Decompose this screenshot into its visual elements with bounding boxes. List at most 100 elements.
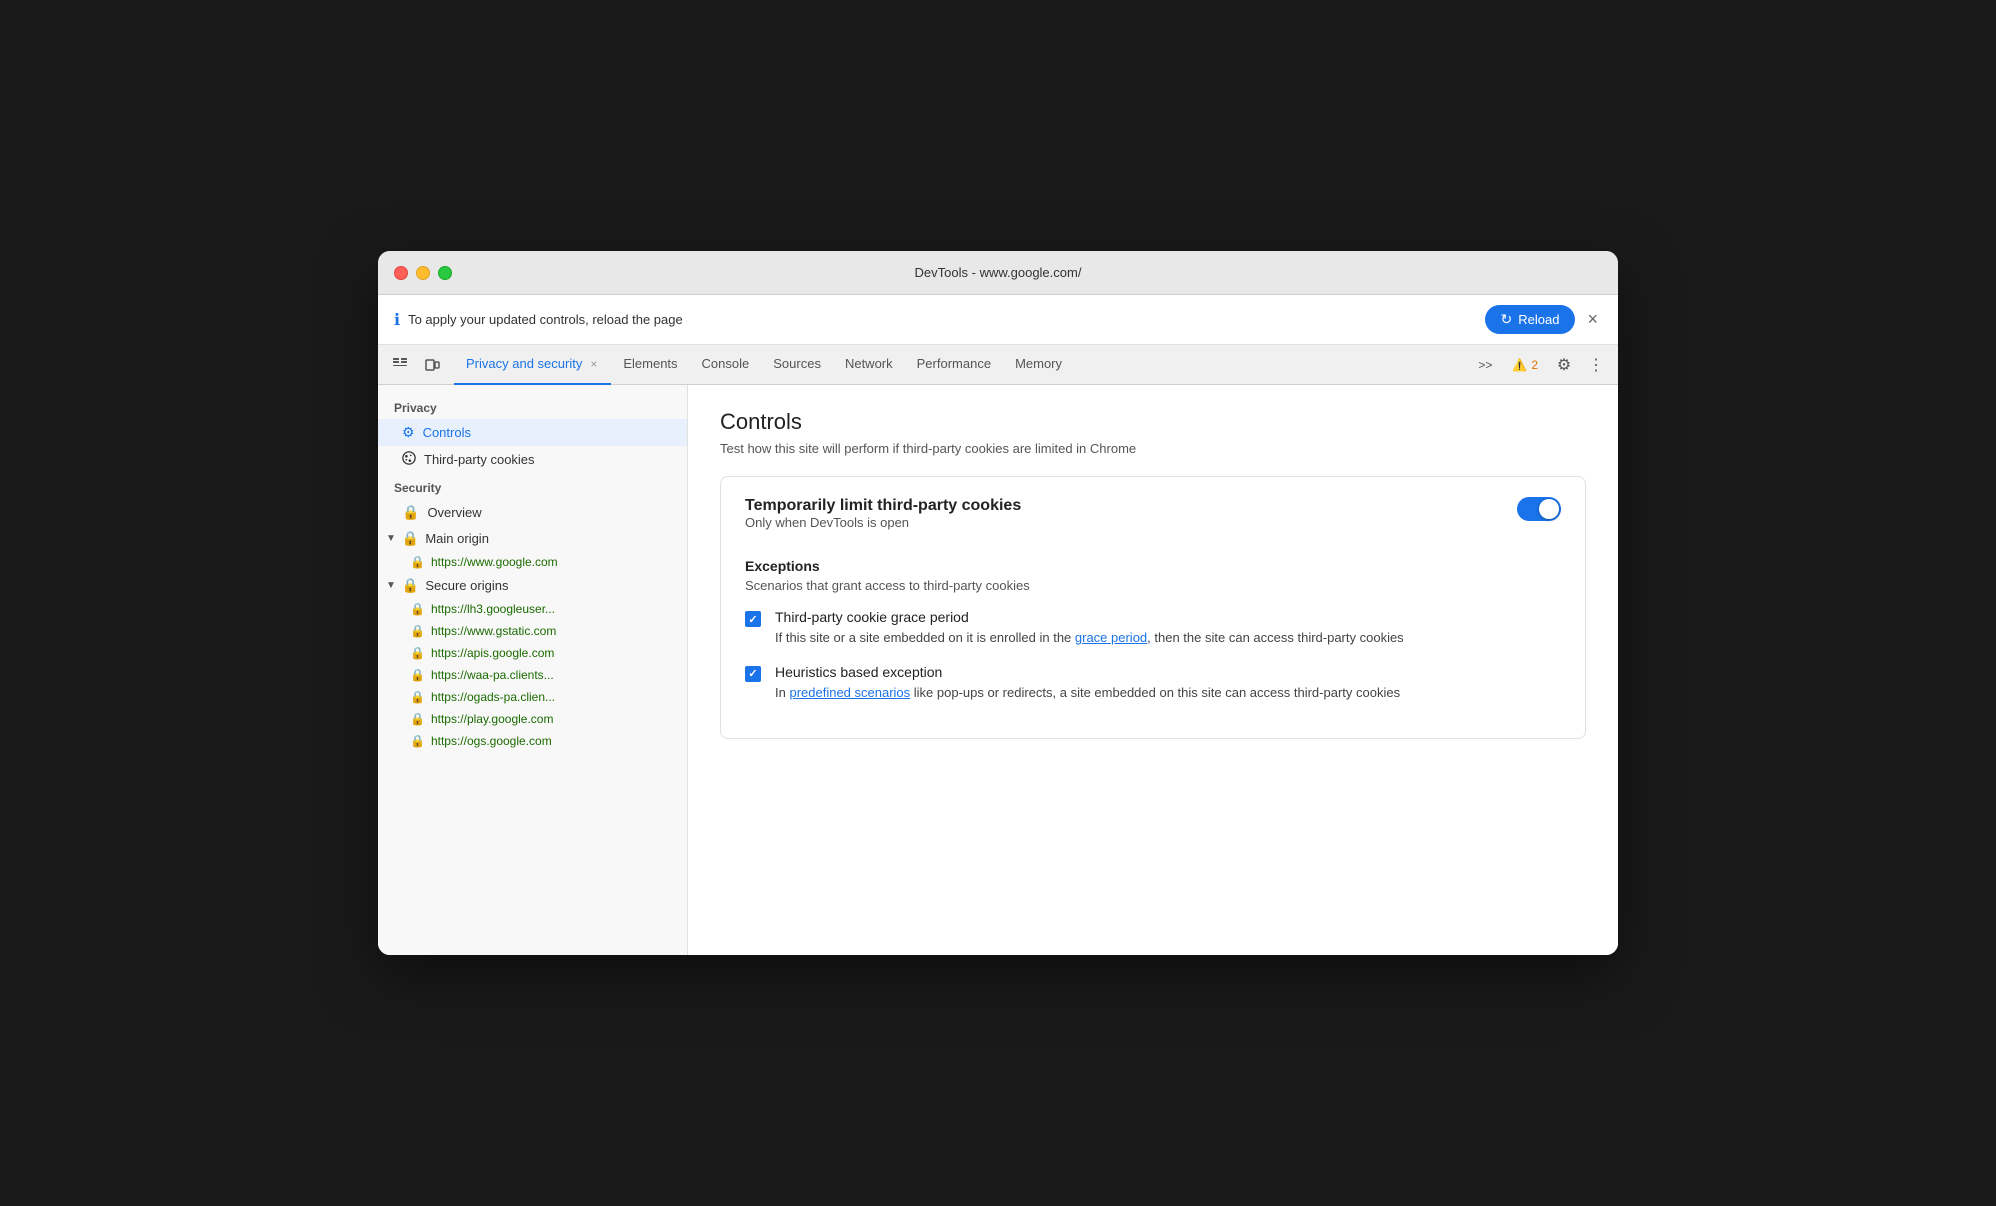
- main-origin-arrow: ▼: [386, 533, 396, 544]
- overview-label: Overview: [427, 505, 481, 520]
- sidebar-item-main-origin[interactable]: ▼ 🔒 Main origin: [378, 526, 687, 551]
- privacy-section-label: Privacy: [378, 393, 687, 419]
- grace-period-title: Third-party cookie grace period: [775, 609, 1404, 625]
- card-subtitle: Only when DevTools is open: [745, 515, 1021, 530]
- tab-network[interactable]: Network: [833, 345, 905, 385]
- page-subtitle: Test how this site will perform if third…: [720, 441, 1586, 456]
- sidebar-item-overview[interactable]: 🔒 Overview: [378, 499, 687, 526]
- tab-memory-label: Memory: [1015, 356, 1062, 371]
- settings-icon: ⚙: [1557, 355, 1571, 375]
- lock-icon-3: 🔒: [410, 668, 425, 682]
- heuristics-checkbox[interactable]: [745, 666, 761, 682]
- grace-desc-after: , then the site can access third-party c…: [1147, 630, 1404, 645]
- tab-memory[interactable]: Memory: [1003, 345, 1074, 385]
- lock-icon-6: 🔒: [410, 734, 425, 748]
- list-item[interactable]: 🔒 https://apis.google.com: [378, 642, 687, 664]
- heuristics-content: Heuristics based exception In predefined…: [775, 664, 1400, 703]
- exceptions-title: Exceptions: [745, 558, 1561, 574]
- secure-origin-4: https://ogads-pa.clien...: [431, 690, 555, 704]
- tab-network-label: Network: [845, 356, 893, 371]
- main-origin-label: Main origin: [425, 531, 489, 546]
- maximize-button[interactable]: [438, 266, 452, 280]
- reload-icon: ↻: [1501, 311, 1513, 328]
- warning-icon: ⚠️: [1512, 358, 1527, 372]
- close-notification-button[interactable]: ×: [1583, 309, 1602, 330]
- predefined-scenarios-link[interactable]: predefined scenarios: [789, 685, 910, 700]
- list-item[interactable]: 🔒 https://ogads-pa.clien...: [378, 686, 687, 708]
- tabs-bar: Privacy and security × Elements Console …: [378, 345, 1618, 385]
- tab-console-label: Console: [702, 356, 750, 371]
- secure-origin-3: https://waa-pa.clients...: [431, 668, 554, 682]
- close-button[interactable]: [394, 266, 408, 280]
- list-item[interactable]: 🔒 https://www.gstatic.com: [378, 620, 687, 642]
- lock-icon-main-url: 🔒: [410, 555, 425, 569]
- card-title: Temporarily limit third-party cookies: [745, 497, 1021, 515]
- lock-icon-4: 🔒: [410, 690, 425, 704]
- notification-text: To apply your updated controls, reload t…: [408, 312, 1476, 327]
- tab-sources[interactable]: Sources: [761, 345, 833, 385]
- security-section-label: Security: [378, 473, 687, 499]
- lock-icon-1: 🔒: [410, 624, 425, 638]
- secure-origins-arrow: ▼: [386, 580, 396, 591]
- devtools-window: DevTools - www.google.com/ ℹ To apply yo…: [378, 251, 1618, 955]
- exception-item-grace-period: Third-party cookie grace period If this …: [745, 609, 1561, 648]
- devtools-body: Privacy ⚙ Controls Third-party cookies: [378, 385, 1618, 955]
- lock-main-origin-icon: 🔒: [402, 530, 419, 547]
- settings-button[interactable]: ⚙: [1550, 351, 1578, 379]
- limit-cookies-toggle[interactable]: [1517, 497, 1561, 521]
- controls-icon: ⚙: [402, 424, 415, 441]
- list-item[interactable]: 🔒 https://ogs.google.com: [378, 730, 687, 752]
- more-options-button[interactable]: ⋮: [1582, 351, 1610, 379]
- tab-sources-label: Sources: [773, 356, 821, 371]
- list-item[interactable]: 🔒 https://play.google.com: [378, 708, 687, 730]
- tab-close-icon[interactable]: ×: [588, 357, 599, 371]
- grace-period-link[interactable]: grace period: [1075, 630, 1147, 645]
- tab-elements-label: Elements: [623, 356, 677, 371]
- page-title: Controls: [720, 409, 1586, 435]
- grace-period-desc: If this site or a site embedded on it is…: [775, 628, 1404, 648]
- list-item[interactable]: 🔒 https://waa-pa.clients...: [378, 664, 687, 686]
- secure-origins-label: Secure origins: [425, 578, 508, 593]
- tool-icons: [386, 351, 446, 379]
- secure-origin-2: https://apis.google.com: [431, 646, 554, 660]
- exceptions-section: Exceptions Scenarios that grant access t…: [745, 558, 1561, 702]
- sidebar: Privacy ⚙ Controls Third-party cookies: [378, 385, 688, 955]
- warning-badge[interactable]: ⚠️ 2: [1504, 354, 1546, 376]
- grace-period-content: Third-party cookie grace period If this …: [775, 609, 1404, 648]
- sidebar-item-main-origin-url[interactable]: 🔒 https://www.google.com: [378, 551, 687, 573]
- tab-elements[interactable]: Elements: [611, 345, 689, 385]
- heuristics-desc: In predefined scenarios like pop-ups or …: [775, 683, 1400, 703]
- inspect-icon[interactable]: [386, 351, 414, 379]
- tab-console[interactable]: Console: [690, 345, 762, 385]
- grace-period-checkbox[interactable]: [745, 611, 761, 627]
- card-title-group: Temporarily limit third-party cookies On…: [745, 497, 1021, 550]
- main-content: Controls Test how this site will perform…: [688, 385, 1618, 955]
- list-item[interactable]: 🔒 https://lh3.googleuser...: [378, 598, 687, 620]
- more-vert-icon: ⋮: [1588, 355, 1604, 375]
- card-header: Temporarily limit third-party cookies On…: [745, 497, 1561, 550]
- reload-button[interactable]: ↻ Reload: [1485, 305, 1576, 334]
- tab-performance[interactable]: Performance: [905, 345, 1003, 385]
- more-tabs-button[interactable]: >>: [1470, 354, 1500, 376]
- tab-privacy-label: Privacy and security: [466, 356, 582, 371]
- secure-origin-6: https://ogs.google.com: [431, 734, 552, 748]
- window-title: DevTools - www.google.com/: [915, 265, 1082, 280]
- traffic-lights: [394, 266, 452, 280]
- minimize-button[interactable]: [416, 266, 430, 280]
- sidebar-item-secure-origins[interactable]: ▼ 🔒 Secure origins: [378, 573, 687, 598]
- notification-bar: ℹ To apply your updated controls, reload…: [378, 295, 1618, 345]
- third-party-cookies-label: Third-party cookies: [424, 452, 535, 467]
- tab-privacy-and-security[interactable]: Privacy and security ×: [454, 345, 611, 385]
- sidebar-item-third-party-cookies[interactable]: Third-party cookies: [378, 446, 687, 473]
- main-origin-url: https://www.google.com: [431, 555, 558, 569]
- cookies-icon: [402, 451, 416, 468]
- lock-secure-origins-icon: 🔒: [402, 577, 419, 594]
- titlebar: DevTools - www.google.com/: [378, 251, 1618, 295]
- exception-item-heuristics: Heuristics based exception In predefined…: [745, 664, 1561, 703]
- heuristics-desc-before: In: [775, 685, 789, 700]
- secure-origin-5: https://play.google.com: [431, 712, 554, 726]
- tab-performance-label: Performance: [917, 356, 991, 371]
- sidebar-item-controls[interactable]: ⚙ Controls: [378, 419, 687, 446]
- reload-label: Reload: [1518, 312, 1559, 327]
- device-icon[interactable]: [418, 351, 446, 379]
